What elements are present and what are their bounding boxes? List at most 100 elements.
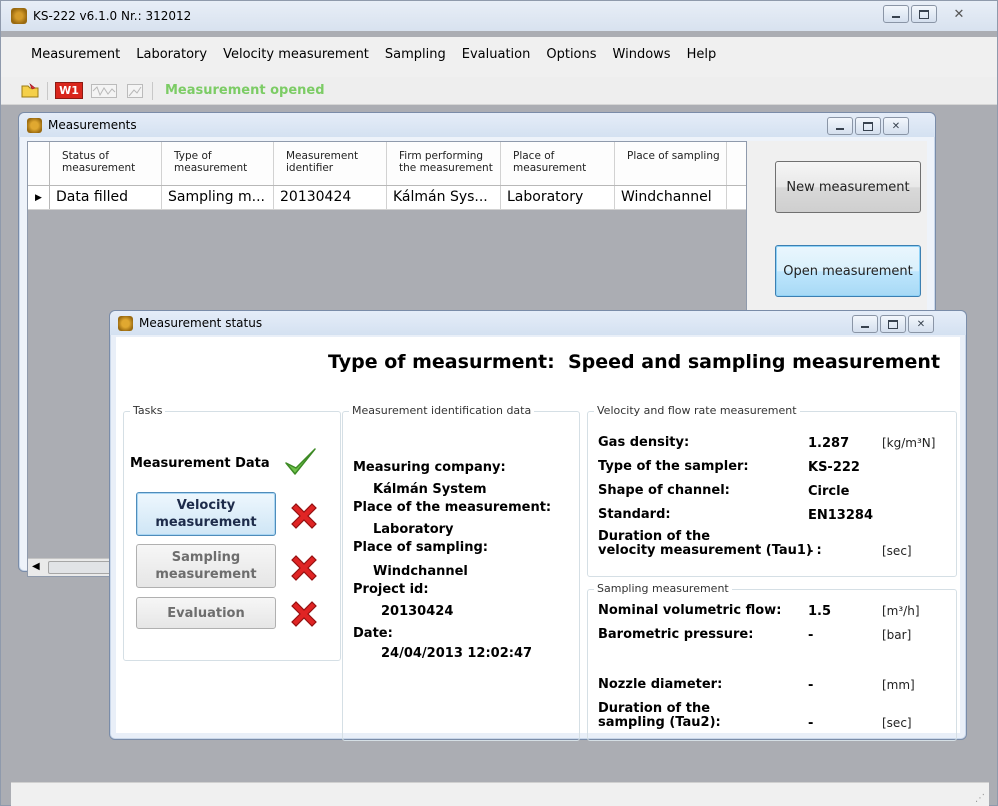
company-value: Kálmán System [373, 482, 487, 497]
app-titlebar: KS-222 v6.1.0 Nr.: 312012 ✕ [1, 1, 997, 31]
status-minimize-button[interactable] [852, 315, 878, 333]
table-cell[interactable]: Laboratory [501, 186, 615, 209]
grid-corner [28, 142, 50, 185]
maximize-button[interactable] [911, 5, 937, 23]
tau2-label-line2: sampling (Tau2): [598, 715, 721, 730]
identification-group: Measurement identification data Measurin… [342, 404, 580, 741]
close-icon: ✕ [891, 120, 901, 132]
status-close-button[interactable]: ✕ [908, 315, 934, 333]
standard-value: EN13284 [808, 508, 873, 523]
statusbar: ⋰ [11, 782, 989, 806]
waveform-tool[interactable] [90, 81, 118, 101]
toolbar-status-text: Measurement opened [165, 83, 325, 98]
w1-icon: W1 [55, 82, 83, 99]
column-sampling-place[interactable]: Place of sampling [615, 142, 727, 185]
baro-value: - [808, 628, 814, 643]
shape-value: Circle [808, 484, 850, 499]
minimize-button[interactable] [883, 5, 909, 23]
scroll-left-icon[interactable]: ◀ [32, 561, 40, 572]
menu-velocity-measurement[interactable]: Velocity measurement [215, 37, 377, 62]
menu-laboratory[interactable]: Laboratory [128, 37, 215, 62]
cross-icon [291, 503, 317, 529]
table-row[interactable]: ▶ Data filled Sampling m... 20130424 Kál… [28, 186, 746, 210]
date-value: 24/04/2013 12:02:47 [381, 646, 533, 661]
project-label: Project id: [353, 582, 429, 597]
column-identifier[interactable]: Measurement identifier [274, 142, 387, 185]
toolbar-separator [47, 81, 48, 100]
column-firm[interactable]: Firm performing the measurement [387, 142, 501, 185]
table-cell[interactable]: Kálmán Sys... [387, 186, 501, 209]
status-body: Type of measurment: Speed and sampling m… [116, 337, 960, 741]
table-cell[interactable]: Windchannel [615, 186, 727, 209]
menu-sampling[interactable]: Sampling [377, 37, 454, 62]
sampling-measurement-button[interactable]: Sampling measurement [136, 544, 276, 588]
menu-windows[interactable]: Windows [605, 37, 679, 62]
open-measurement-button[interactable]: Open measurement [775, 245, 921, 297]
tau1-label-line1: Duration of the [598, 529, 711, 544]
close-button[interactable]: ✕ [939, 5, 979, 23]
cross-icon [291, 555, 317, 581]
row-selector-icon[interactable]: ▶ [28, 186, 50, 209]
chart-tool[interactable] [124, 81, 146, 101]
status-title: Measurement status [139, 316, 263, 330]
menu-evaluation[interactable]: Evaluation [454, 37, 539, 62]
sampling-group: Sampling measurement Nominal volumetric … [587, 582, 957, 741]
status-maximize-button[interactable] [880, 315, 906, 333]
check-icon [285, 448, 316, 475]
scrollbar-thumb[interactable] [48, 561, 118, 574]
nozzle-value: - [808, 678, 814, 693]
measurements-maximize-button[interactable] [855, 117, 881, 135]
folder-icon [21, 82, 39, 97]
menu-options[interactable]: Options [538, 37, 604, 62]
measurements-close-button[interactable]: ✕ [883, 117, 909, 135]
date-label: Date: [353, 626, 393, 641]
main-window: KS-222 v6.1.0 Nr.: 312012 ✕ Measurement … [0, 0, 998, 806]
table-cell[interactable]: Data filled [50, 186, 162, 209]
sampling-place-value: Windchannel [373, 564, 468, 579]
place-value: Laboratory [373, 522, 454, 537]
menubar: Measurement Laboratory Velocity measurem… [1, 37, 997, 77]
flow-label: Nominal volumetric flow: [598, 603, 782, 618]
measurements-title: Measurements [48, 118, 137, 132]
tau1-value: - [808, 544, 814, 559]
grid-header: Status of measurement Type of measuremen… [28, 142, 746, 186]
type-of-measurement-label: Type of measurment: [328, 351, 555, 373]
flow-value: 1.5 [808, 604, 832, 619]
new-measurement-button[interactable]: New measurement [775, 161, 921, 213]
resize-grip-icon[interactable]: ⋰ [975, 793, 985, 804]
standard-label: Standard: [598, 507, 671, 522]
evaluation-button[interactable]: Evaluation [136, 597, 276, 629]
velocity-measurement-button[interactable]: Velocity measurement [136, 492, 276, 536]
sampling-legend: Sampling measurement [594, 582, 732, 595]
cross-icon [291, 601, 317, 627]
toolbar-separator [152, 81, 153, 100]
waveform-icon [91, 83, 117, 98]
gas-density-label: Gas density: [598, 435, 690, 450]
measurements-titlebar: Measurements ✕ [19, 113, 935, 137]
tau2-unit: [sec] [882, 716, 912, 730]
menu-measurement[interactable]: Measurement [23, 37, 128, 62]
table-cell[interactable]: 20130424 [274, 186, 387, 209]
flow-unit: [m³/h] [882, 604, 920, 618]
measurements-minimize-button[interactable] [827, 117, 853, 135]
sampler-label: Type of the sampler: [598, 459, 749, 474]
status-logo-icon [118, 315, 133, 331]
tau2-value: - [808, 716, 814, 731]
sampling-place-label: Place of sampling: [353, 540, 488, 555]
identification-legend: Measurement identification data [349, 404, 535, 417]
app-logo-icon [11, 8, 27, 24]
column-place[interactable]: Place of measurement [501, 142, 615, 185]
menu-help[interactable]: Help [679, 37, 725, 62]
table-cell[interactable]: Sampling m... [162, 186, 274, 209]
measurements-logo-icon [27, 117, 42, 133]
app-title: KS-222 v6.1.0 Nr.: 312012 [33, 9, 192, 23]
measurement-status-window: Measurement status ✕ Type of measurment:… [109, 310, 967, 741]
w1-tool[interactable]: W1 [54, 81, 84, 101]
velocity-legend: Velocity and flow rate measurement [594, 404, 800, 417]
column-status[interactable]: Status of measurement [50, 142, 162, 185]
velocity-group: Velocity and flow rate measurement Gas d… [587, 404, 957, 577]
tau1-unit: [sec] [882, 544, 912, 558]
gas-density-value: 1.287 [808, 436, 850, 451]
column-type[interactable]: Type of measurement [162, 142, 274, 185]
open-folder-tool[interactable] [19, 81, 41, 101]
